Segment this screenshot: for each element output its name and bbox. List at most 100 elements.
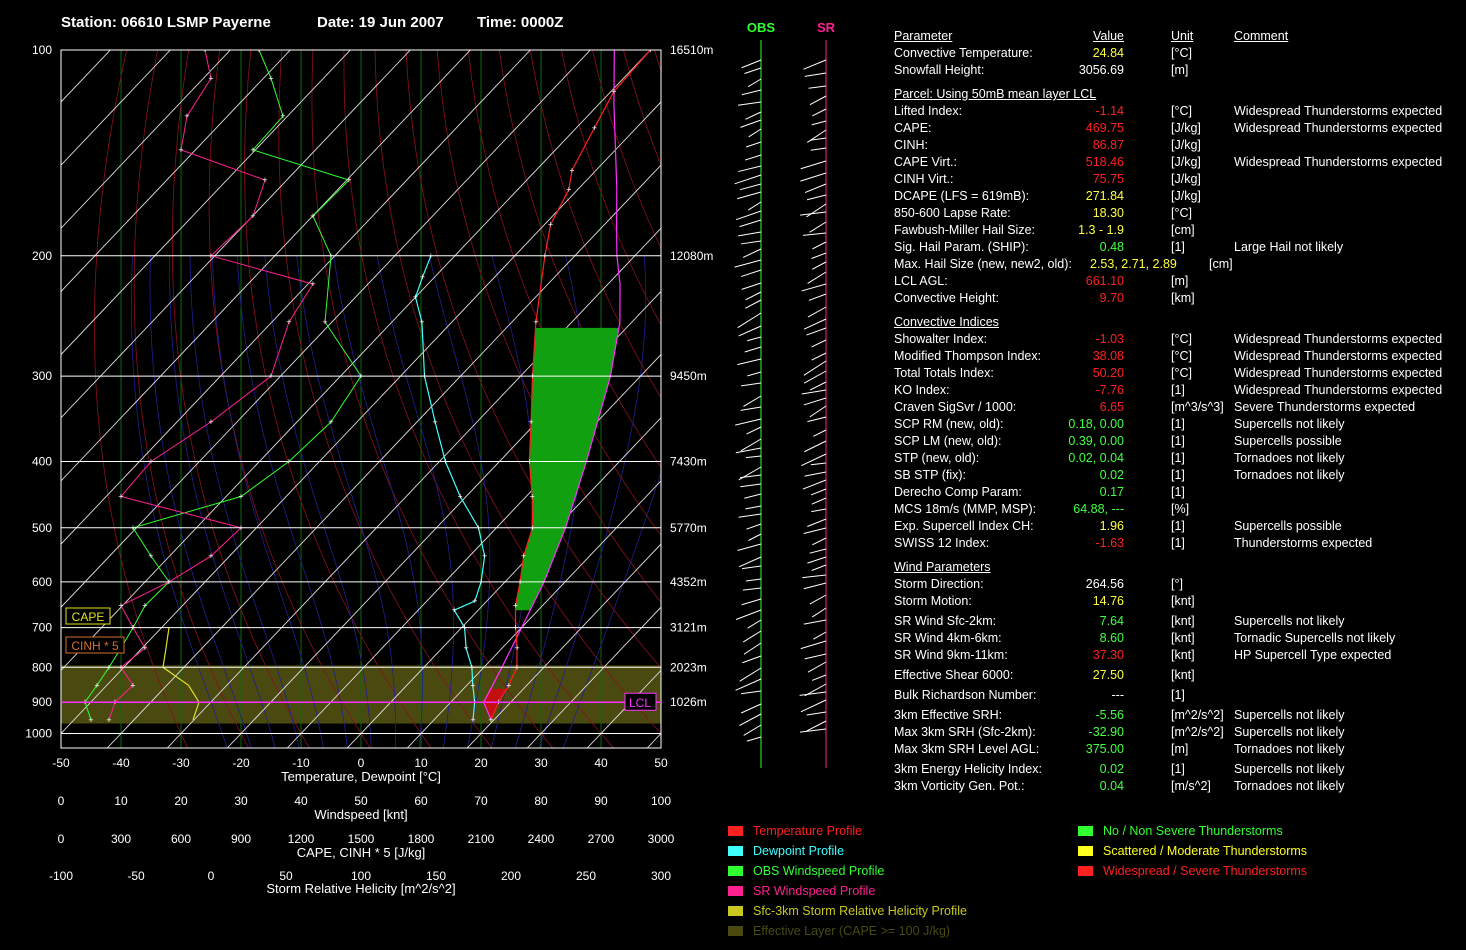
param-name: Convective Height: bbox=[894, 291, 999, 305]
profile-point-mark: + bbox=[462, 624, 467, 634]
obs-wind-barb bbox=[736, 191, 762, 200]
sr-wind-barb bbox=[807, 556, 827, 564]
param-value: 1.96 bbox=[1099, 519, 1124, 533]
profile-point-mark: + bbox=[413, 293, 418, 303]
param-name: CAPE: bbox=[894, 121, 932, 135]
param-unit: [m] bbox=[1171, 742, 1189, 756]
obs-wind-barb bbox=[745, 111, 762, 120]
legend-item: Effective Layer (CAPE >= 100 J/kg) bbox=[728, 921, 967, 941]
cape-tick-label: 0 bbox=[58, 832, 65, 846]
sr-wind-barb bbox=[809, 221, 827, 233]
windspeed-tick-label: 20 bbox=[174, 794, 188, 808]
sr-wind-barb bbox=[811, 339, 827, 348]
param-unit: [1] bbox=[1171, 451, 1185, 465]
obs-wind-barb bbox=[740, 690, 762, 695]
sr-wind-barb bbox=[807, 271, 827, 284]
param-name: KO Index: bbox=[894, 383, 950, 397]
speed-point-mark: + bbox=[256, 46, 261, 56]
obs-wind-barb bbox=[738, 513, 762, 518]
sr-wind-barb bbox=[803, 582, 827, 590]
param-row: Effective Shear 6000: 27.50 [knt] bbox=[894, 667, 1464, 684]
helicity-axis-title: Storm Relative Helicity [m^2/s^2] bbox=[266, 881, 455, 896]
param-row: Lifted Index: -1.14 [°C] Widespread Thunder… bbox=[894, 103, 1464, 120]
legend-item: Temperature Profile bbox=[728, 821, 967, 841]
sr-wind-barb bbox=[802, 479, 827, 490]
param-name: 3km Effective SRH: bbox=[894, 708, 1003, 722]
param-unit: [°C] bbox=[1171, 206, 1192, 220]
obs-wind-barb bbox=[747, 619, 762, 629]
header-comment: Comment bbox=[1234, 29, 1289, 43]
param-row: SR Wind 9km-11km: 37.30 [knt] HP Supercell … bbox=[894, 647, 1464, 664]
sr-wind-barb bbox=[801, 283, 827, 292]
height-label: 12080m bbox=[670, 249, 713, 263]
obs-wind-barb bbox=[739, 667, 762, 682]
param-row: Total Totals Index: 50.20 [°C] Widespread T… bbox=[894, 365, 1464, 382]
speed-point-mark: + bbox=[142, 602, 147, 612]
obs-wind-barb bbox=[739, 183, 762, 191]
sr-wind-barb bbox=[808, 85, 827, 89]
obs-wind-barb bbox=[744, 154, 762, 161]
speed-point-mark: + bbox=[118, 602, 123, 612]
obs-wind-barb bbox=[742, 248, 762, 258]
param-comment: Thunderstorms expected bbox=[1234, 536, 1373, 550]
temperature-tick-label: 20 bbox=[474, 756, 488, 770]
profile-point-mark: + bbox=[419, 318, 424, 328]
sr-wind-barb bbox=[804, 440, 827, 453]
sr-wind-barb bbox=[813, 429, 827, 437]
sr-wind-barb bbox=[800, 160, 827, 170]
obs-wind-barb bbox=[740, 483, 762, 488]
param-row: LCL AGL: 661.10 [m] bbox=[894, 273, 1464, 290]
sr-wind-barb bbox=[804, 471, 827, 477]
speed-point-mark: + bbox=[142, 644, 147, 654]
obs-wind-barb bbox=[735, 447, 762, 454]
sr-wind-barb bbox=[803, 397, 827, 406]
obs-wind-barb bbox=[738, 556, 762, 568]
param-value: -1.63 bbox=[1095, 536, 1125, 550]
legend-label: Effective Layer (CAPE >= 100 J/kg) bbox=[753, 924, 951, 938]
param-unit: [knt] bbox=[1171, 594, 1195, 608]
obs-wind-barb bbox=[746, 523, 762, 530]
param-row: DCAPE (LFS = 619mB): 271.84 [J/kg] bbox=[894, 188, 1464, 205]
param-comment: Supercells not likely bbox=[1234, 725, 1345, 739]
isotherm bbox=[61, 50, 411, 419]
param-comment: Widespread Thunderstorms expected bbox=[1234, 383, 1443, 397]
windspeed-tick-label: 50 bbox=[354, 794, 368, 808]
param-unit: [°C] bbox=[1171, 46, 1192, 60]
param-unit: [km] bbox=[1171, 291, 1195, 305]
height-label: 4352m bbox=[670, 575, 707, 589]
obs-column-title: OBS bbox=[747, 20, 776, 35]
obs-wind-barb bbox=[738, 325, 762, 337]
pressure-tick-label: 200 bbox=[32, 249, 52, 263]
param-row: 3km Vorticity Gen. Pot.: 0.04 [m/s^2] Torna… bbox=[894, 778, 1464, 795]
param-unit: [°] bbox=[1171, 577, 1183, 591]
param-name: Storm Motion: bbox=[894, 594, 972, 608]
pressure-tick-label: 500 bbox=[32, 521, 52, 535]
param-unit: [%] bbox=[1171, 502, 1190, 516]
sr-wind-barb bbox=[804, 183, 827, 194]
param-value: 14.76 bbox=[1092, 594, 1124, 608]
obs-wind-barb bbox=[745, 141, 762, 148]
speed-point-mark: + bbox=[208, 552, 213, 562]
sr-wind-barb bbox=[800, 699, 827, 713]
param-row: CINH: 86.87 [J/kg] bbox=[894, 137, 1464, 154]
windspeed-tick-label: 100 bbox=[651, 794, 671, 808]
param-row: Craven SigSvr / 1000: 6.65 [m^3/s^3] Severe… bbox=[894, 399, 1464, 416]
param-row: Max 3km SRH Level AGL: 375.00 [m] Tornadoes… bbox=[894, 741, 1464, 758]
sr-wind-barb bbox=[813, 631, 827, 640]
speed-point-mark: + bbox=[250, 212, 255, 222]
obs-wind-barb bbox=[745, 299, 762, 309]
legend-label: No / Non Severe Thunderstorms bbox=[1103, 824, 1283, 838]
obs-wind-barb bbox=[748, 128, 762, 138]
obs-wind-barb bbox=[741, 598, 762, 606]
param-row: Derecho Comp Param: 0.17 [1] bbox=[894, 484, 1464, 501]
speed-point-mark: + bbox=[328, 418, 333, 428]
profile-point-mark: + bbox=[469, 663, 474, 673]
param-row: 850-600 Lapse Rate: 18.30 [°C] bbox=[894, 205, 1464, 222]
param-comment: Widespread Thunderstorms expected bbox=[1234, 366, 1443, 380]
profile-point-mark: + bbox=[517, 578, 522, 588]
param-unit: [1] bbox=[1171, 240, 1185, 254]
sr-wind-barb bbox=[811, 674, 827, 681]
param-value: -5.56 bbox=[1095, 708, 1125, 722]
profile-point-mark: + bbox=[527, 458, 532, 468]
section-title: Convective Indices bbox=[894, 315, 999, 329]
